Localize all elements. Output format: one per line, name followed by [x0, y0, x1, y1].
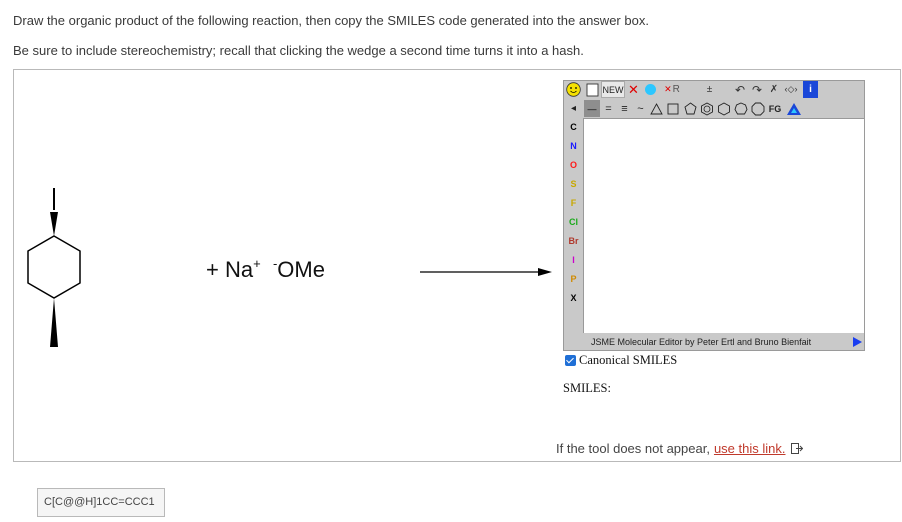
answer-input[interactable]: C[C@@H]1CC=CCC1 — [37, 488, 165, 517]
charge-icon[interactable] — [642, 81, 658, 98]
atom-x[interactable]: X — [564, 289, 583, 308]
ring6-icon[interactable] — [716, 100, 732, 117]
delete-icon[interactable]: ✕ — [626, 81, 641, 98]
atom-cl[interactable]: Cl — [564, 213, 583, 232]
jsme-toolbar-top: NEW ✕ ✕ R ± ↶ ↷ ✗ ‹◇› i — [564, 81, 864, 100]
methoxide-label: OMe — [277, 257, 325, 282]
reactant-structure — [27, 188, 81, 347]
template-icon[interactable] — [785, 100, 803, 117]
clear-icon[interactable]: ✗ — [767, 81, 781, 98]
smiles-output-label: SMILES: — [563, 381, 611, 395]
jsme-toolbar-bonds: ◂ — = ≡ ~ FG — [564, 100, 864, 118]
jsme-credit-text: JSME Molecular Editor by Peter Ertl and … — [591, 337, 812, 347]
jsme-status-bar: JSME Molecular Editor by Peter Ertl and … — [564, 333, 864, 351]
benzene-icon[interactable] — [699, 100, 715, 117]
info-icon[interactable]: i — [803, 81, 818, 98]
fallback-text: If the tool does not appear, — [556, 441, 710, 456]
atom-i[interactable]: I — [564, 251, 583, 270]
fg-button[interactable]: FG — [767, 100, 783, 117]
ring8-icon[interactable] — [750, 100, 766, 117]
ring4-icon[interactable] — [665, 100, 681, 117]
ring7-icon[interactable] — [733, 100, 749, 117]
atom-o[interactable]: O — [564, 156, 583, 175]
play-icon[interactable] — [853, 337, 862, 347]
charge-minus-icon[interactable]: ◂ — [566, 100, 581, 117]
single-bond-icon[interactable]: — — [584, 100, 600, 117]
sodium-label: Na — [224, 257, 254, 282]
chain-icon[interactable]: ~ — [633, 100, 648, 117]
atom-f[interactable]: F — [564, 194, 583, 213]
external-link-icon — [790, 443, 803, 454]
redo-icon[interactable]: ↷ — [750, 81, 764, 98]
instruction-line-2: Be sure to include stereochemistry; reca… — [13, 43, 584, 58]
atom-n[interactable]: N — [564, 137, 583, 156]
reagent-text: + Na+ -OMe — [206, 256, 325, 283]
new-button[interactable]: NEW — [601, 81, 625, 98]
plus-sign: + — [206, 257, 219, 282]
triple-bond-icon[interactable]: ≡ — [617, 100, 632, 117]
atom-s[interactable]: S — [564, 175, 583, 194]
canonical-smiles-checkbox[interactable] — [565, 355, 576, 366]
move-icon[interactable]: ‹◇› — [782, 81, 800, 98]
jsme-drawing-canvas[interactable] — [583, 118, 864, 333]
chirality-icon[interactable]: ± — [702, 81, 717, 98]
canonical-smiles-label: Canonical SMILES — [579, 353, 678, 367]
atom-p[interactable]: P — [564, 270, 583, 289]
sodium-charge: + — [253, 256, 261, 271]
ring3-icon[interactable] — [648, 100, 664, 117]
atom-c[interactable]: C — [564, 118, 583, 137]
reaction-arrow — [420, 268, 552, 276]
smiley-icon[interactable] — [565, 81, 582, 98]
canonical-smiles-option[interactable]: Canonical SMILES — [565, 353, 677, 368]
jsme-atom-palette: C N O S F Cl Br I P X — [564, 118, 583, 333]
double-bond-icon[interactable]: = — [601, 100, 616, 117]
jsme-editor[interactable]: NEW ✕ ✕ R ± ↶ ↷ ✗ ‹◇› i ◂ — = ≡ ~ FG C N… — [563, 80, 865, 351]
fallback-notice: If the tool does not appear, use this li… — [556, 441, 803, 456]
instruction-line-1: Draw the organic product of the followin… — [13, 13, 649, 28]
fallback-link[interactable]: use this link. — [714, 441, 786, 456]
r-group-label: R — [672, 84, 680, 95]
ring5-icon[interactable] — [682, 100, 698, 117]
undo-icon[interactable]: ↶ — [733, 81, 747, 98]
atom-br[interactable]: Br — [564, 232, 583, 251]
new-document-icon[interactable] — [584, 81, 600, 98]
r-group-button[interactable]: ✕ R — [662, 81, 682, 98]
